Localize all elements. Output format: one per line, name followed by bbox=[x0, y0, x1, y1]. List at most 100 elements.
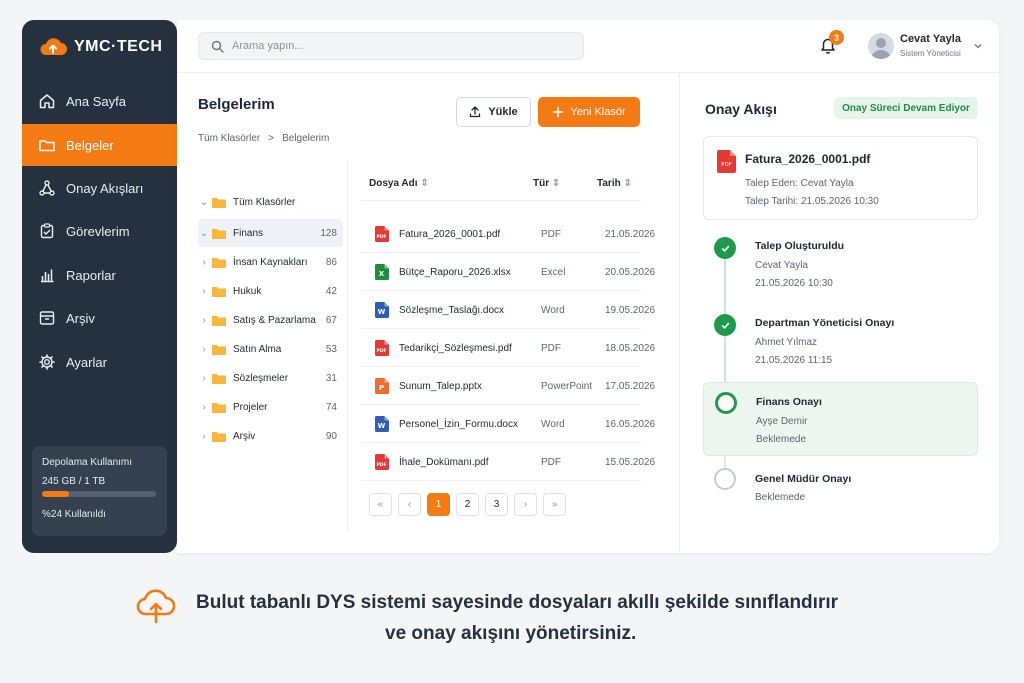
check-icon bbox=[714, 314, 736, 336]
file-name[interactable]: Sözleşme_Taslağı.docx bbox=[399, 305, 504, 316]
tree-root[interactable]: ⌄ Tüm Klasörler bbox=[198, 188, 343, 216]
folder-name: İnsan Kaynakları bbox=[233, 256, 308, 268]
upload-button-label: Yükle bbox=[488, 106, 518, 118]
folder-count: 128 bbox=[320, 227, 337, 239]
flow-step-current[interactable]: Finans Onayı Ayşe Demir Beklemede bbox=[703, 382, 978, 456]
last-page-button[interactable]: » bbox=[543, 493, 566, 516]
sidebar-item-tasks[interactable]: Görevlerim bbox=[22, 210, 177, 252]
folder-item[interactable]: › Hukuk 42 bbox=[198, 277, 343, 305]
sidebar-item-settings[interactable]: Ayarlar bbox=[22, 341, 177, 383]
page-button[interactable]: 2 bbox=[456, 493, 479, 516]
flow-file-card[interactable]: PDF Fatura_2026_0001.pdf Talep Eden: Cev… bbox=[703, 136, 978, 220]
first-page-button[interactable]: « bbox=[369, 493, 392, 516]
table-row[interactable]: P Sunum_Talep.pptx PowerPoint 17.05.2026 bbox=[361, 367, 655, 405]
svg-text:PDF: PDF bbox=[721, 162, 732, 168]
breadcrumb-current[interactable]: Belgelerim bbox=[282, 133, 329, 144]
table-row[interactable]: PDF Tedarikçi_Sözleşmesi.pdf PDF 18.05.2026 bbox=[361, 329, 655, 367]
app-window: YMC·TECH Ana Sayfa Belgeler Onay Akışlar… bbox=[22, 20, 999, 553]
folder-count: 90 bbox=[325, 430, 337, 442]
folder-count: 67 bbox=[325, 314, 337, 326]
folder-item[interactable]: › Sözleşmeler 31 bbox=[198, 364, 343, 392]
plus-icon bbox=[553, 106, 564, 118]
chevron-right-icon[interactable]: › bbox=[198, 431, 210, 442]
chevron-down-icon[interactable] bbox=[973, 41, 983, 51]
file-name[interactable]: İhale_Dokümanı.pdf bbox=[399, 457, 489, 468]
current-step-icon bbox=[715, 392, 737, 414]
file-date: 15.05.2026 bbox=[605, 457, 656, 468]
chevron-right-icon[interactable]: › bbox=[198, 402, 210, 413]
search-input[interactable] bbox=[232, 40, 562, 52]
chevron-right-icon[interactable]: › bbox=[198, 373, 210, 384]
folder-icon bbox=[212, 402, 226, 413]
file-name[interactable]: Personel_İzin_Formu.docx bbox=[399, 419, 518, 430]
sidebar-item-documents[interactable]: Belgeler bbox=[22, 124, 177, 166]
clipboard-check-icon bbox=[40, 223, 54, 239]
pdf-file-icon: PDF bbox=[375, 340, 389, 356]
file-name[interactable]: Sunum_Talep.pptx bbox=[399, 381, 482, 392]
brand-logo[interactable]: YMC·TECH bbox=[38, 36, 162, 58]
new-folder-button[interactable]: Yeni Klasör bbox=[538, 97, 640, 127]
folder-name: Projeler bbox=[233, 401, 268, 413]
upload-button[interactable]: Yükle bbox=[456, 97, 531, 127]
file-date: 19.05.2026 bbox=[605, 305, 656, 316]
file-type: Excel bbox=[541, 267, 566, 278]
chevron-right-icon[interactable]: › bbox=[198, 344, 210, 355]
chevron-right-icon[interactable]: › bbox=[198, 315, 210, 326]
step-status: Beklemede bbox=[756, 434, 807, 445]
caption-line-2: ve onay akışını yönetirsiniz. bbox=[385, 623, 637, 644]
page-button[interactable]: 1 bbox=[427, 493, 450, 516]
sidebar-item-home[interactable]: Ana Sayfa bbox=[22, 80, 177, 122]
next-page-button[interactable]: › bbox=[514, 493, 537, 516]
table-row[interactable]: W Personel_İzin_Formu.docx Word 16.05.2026 bbox=[361, 405, 655, 443]
storage-title: Depolama Kullanımı bbox=[42, 457, 133, 468]
storage-progress-fill bbox=[42, 491, 70, 497]
page-button[interactable]: 3 bbox=[485, 493, 508, 516]
prev-page-button[interactable]: ‹ bbox=[398, 493, 421, 516]
bar-chart-icon bbox=[41, 269, 54, 283]
folder-count: 31 bbox=[325, 372, 337, 384]
folder-icon bbox=[212, 344, 226, 355]
sidebar-item-reports[interactable]: Raporlar bbox=[22, 254, 177, 296]
table-row[interactable]: PDF İhale_Dokümanı.pdf PDF 15.05.2026 bbox=[361, 443, 655, 481]
folder-icon bbox=[212, 197, 226, 208]
folder-icon bbox=[212, 228, 226, 239]
user-name[interactable]: Cevat Yayla bbox=[900, 33, 961, 45]
folder-item[interactable]: ⌄ Finans 128 bbox=[198, 219, 343, 247]
brand-name: YMC·TECH bbox=[74, 38, 163, 55]
word-file-icon: W bbox=[375, 416, 389, 432]
flow-step: Talep Oluşturuldu Cevat Yayla 21.05.2026… bbox=[703, 228, 978, 298]
file-name[interactable]: Fatura_2026_0001.pdf bbox=[399, 229, 500, 240]
svg-text:X: X bbox=[379, 270, 385, 278]
flow-requested-by: Talep Eden: Cevat Yayla bbox=[745, 178, 854, 189]
table-row[interactable]: X Bütçe_Raporu_2026.xlsx Excel 20.05.2026 bbox=[361, 253, 655, 291]
avatar[interactable] bbox=[868, 33, 894, 59]
folder-item[interactable]: › Arşiv 90 bbox=[198, 422, 343, 450]
table-row[interactable]: W Sözleşme_Taslağı.docx Word 19.05.2026 bbox=[361, 291, 655, 329]
page-title: Belgelerim bbox=[198, 96, 275, 113]
column-header-date[interactable]: Tarih ⇕ bbox=[597, 178, 632, 189]
search-box[interactable] bbox=[198, 32, 584, 60]
breadcrumb-root[interactable]: Tüm Klasörler bbox=[198, 133, 260, 144]
file-name[interactable]: Bütçe_Raporu_2026.xlsx bbox=[399, 267, 511, 278]
folder-count: 86 bbox=[325, 256, 337, 268]
column-header-name[interactable]: Dosya Adı ⇕ bbox=[369, 178, 429, 189]
chevron-down-icon[interactable]: ⌄ bbox=[198, 228, 210, 239]
folder-item[interactable]: › Satış & Pazarlama 67 bbox=[198, 306, 343, 334]
storage-progress-bar bbox=[42, 491, 156, 497]
column-header-type[interactable]: Tür ⇕ bbox=[533, 178, 560, 189]
chevron-down-icon[interactable]: ⌄ bbox=[198, 197, 210, 208]
chevron-right-icon[interactable]: › bbox=[198, 286, 210, 297]
chevron-right-icon[interactable]: › bbox=[198, 257, 210, 268]
table-row[interactable]: PDF Fatura_2026_0001.pdf PDF 21.05.2026 bbox=[361, 215, 655, 253]
check-icon bbox=[714, 237, 736, 259]
file-name[interactable]: Tedarikçi_Sözleşmesi.pdf bbox=[399, 343, 512, 354]
user-role: Sistem Yöneticisi bbox=[900, 49, 961, 58]
folder-item[interactable]: › Satın Alma 53 bbox=[198, 335, 343, 363]
folder-item[interactable]: › Projeler 74 bbox=[198, 393, 343, 421]
svg-text:W: W bbox=[378, 422, 386, 430]
pending-step-icon bbox=[714, 468, 736, 490]
step-title: Departman Yöneticisi Onayı bbox=[755, 317, 895, 329]
sidebar-item-archive[interactable]: Arşiv bbox=[22, 297, 177, 339]
folder-item[interactable]: › İnsan Kaynakları 86 bbox=[198, 248, 343, 276]
sidebar-item-workflows[interactable]: Onay Akışları bbox=[22, 167, 177, 209]
